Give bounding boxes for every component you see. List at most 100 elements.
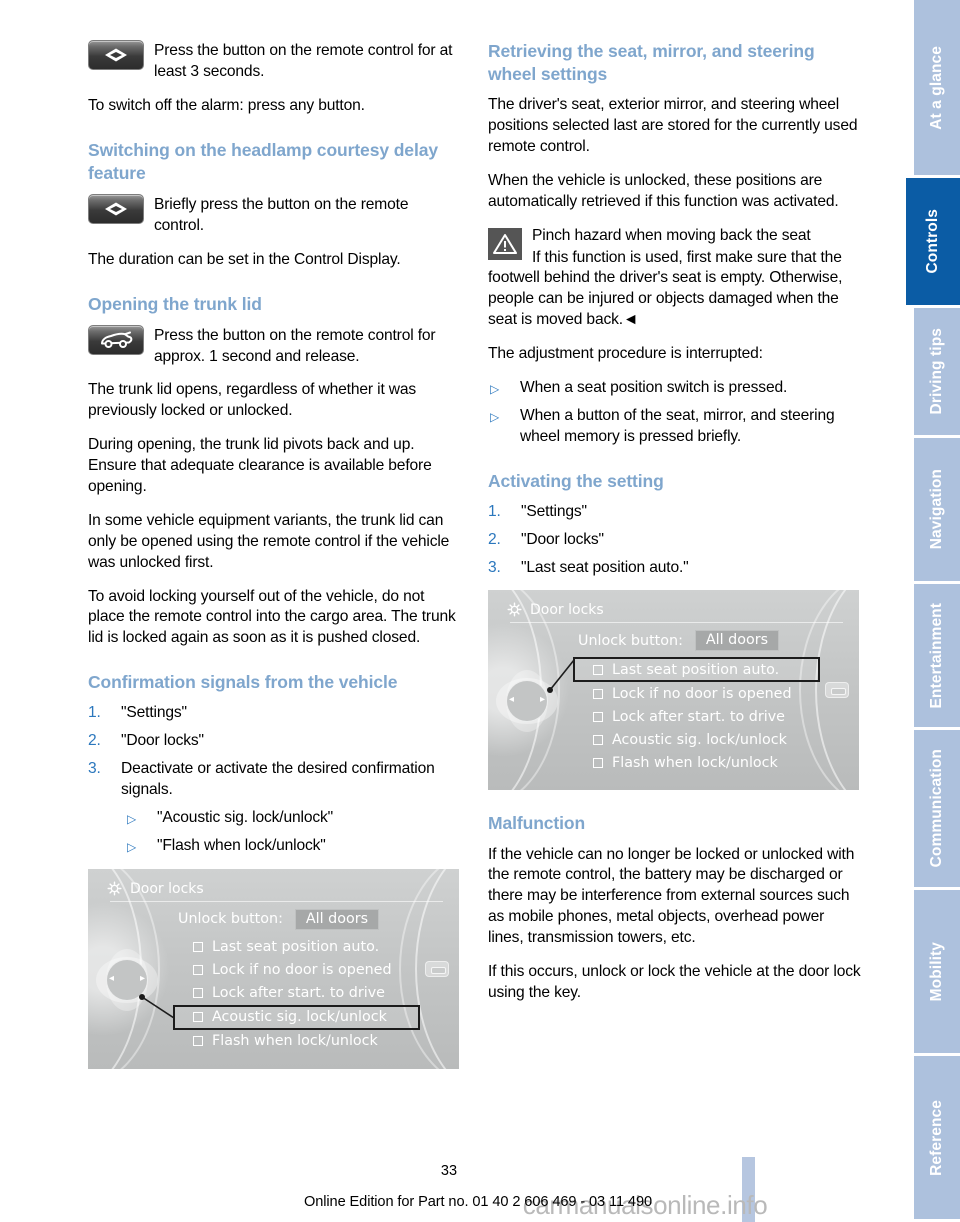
- menu-option-label: Acoustic sig. lock/unlock: [612, 731, 787, 748]
- menu-option-label: Acoustic sig. lock/unlock: [212, 1009, 387, 1026]
- side-button-icon: [425, 960, 449, 977]
- activating-setting-heading: Activating the setting: [488, 470, 664, 491]
- step-number: 1.: [488, 502, 501, 520]
- checkbox-icon[interactable]: [193, 1036, 203, 1047]
- alarm-off-paragraph: To switch off the alarm: press any butto…: [88, 96, 365, 114]
- headlamp-duration-paragraph: The duration can be set in the Control D…: [88, 250, 401, 268]
- menu-option-label: Lock if no door is opened: [612, 685, 792, 702]
- side-button-icon: [825, 682, 849, 699]
- door-locks-menu-bottom: Unlock button: All doors Last seat posit…: [173, 908, 424, 1053]
- malfunction-paragraph-1: If the vehicle can no longer be locked o…: [488, 845, 855, 947]
- trunk-lid-heading: Opening the trunk lid: [88, 293, 262, 314]
- menu-option-lock-after-start[interactable]: Lock after start. to drive: [576, 705, 824, 728]
- menu-option-flash-when-lock[interactable]: Flash when lock/unlock: [576, 751, 824, 774]
- step-number: 1.: [88, 704, 101, 722]
- idrive-door-locks-screenshot-bottom: Door locks ◂ ▸ Unlock button: All doors: [88, 868, 459, 1069]
- warning-title: Pinch hazard when moving back the seat: [532, 226, 811, 244]
- tab-label: Entertainment: [928, 602, 946, 709]
- checkbox-icon[interactable]: [193, 988, 203, 999]
- left-arrow-icon: ◂: [509, 694, 515, 706]
- interrupt-item-text: When a button of the seat, mirror, and s…: [520, 406, 835, 445]
- checkbox-icon[interactable]: [593, 734, 603, 745]
- menu-option-last-seat-position[interactable]: Last seat position auto.: [176, 936, 424, 959]
- activating-steps-list: 1. "Settings" 2. "Door locks" 3. "Last s…: [488, 502, 862, 579]
- right-arrow-icon: ▸: [539, 694, 545, 706]
- menu-option-flash-when-lock[interactable]: Flash when lock/unlock: [176, 1030, 424, 1053]
- unlock-button-row[interactable]: Unlock button: All doors: [176, 908, 424, 930]
- malfunction-paragraph-2: If this occurs, unlock or lock the vehic…: [488, 962, 861, 1001]
- trunk-paragraph-4: To avoid locking yourself out of the veh…: [88, 587, 456, 647]
- page-number-value: 33: [440, 1163, 458, 1179]
- headlamp-courtesy-heading: Switching on the headlamp courtesy delay…: [88, 139, 438, 183]
- step-number: 3.: [488, 558, 501, 576]
- manual-page: Press the button on the remote control f…: [0, 0, 960, 1222]
- menu-option-lock-if-no-door[interactable]: Lock if no door is opened: [176, 959, 424, 982]
- left-text-column: Press the button on the remote control f…: [88, 40, 462, 1085]
- triangle-bullet-icon: ▷: [127, 811, 137, 826]
- checkbox-icon[interactable]: [193, 965, 203, 976]
- step-text: "Settings": [121, 704, 187, 722]
- sidebar-item-at-a-glance[interactable]: At a glance: [914, 0, 960, 178]
- tab-label: Driving tips: [928, 328, 946, 415]
- screen-header: Door locks: [507, 598, 845, 622]
- warning-triangle-icon: [488, 227, 522, 260]
- list-item: 1. "Settings": [488, 502, 862, 523]
- trunk-paragraph-3: In some vehicle equipment variants, the …: [88, 511, 450, 571]
- remote-alarm-diamond-icon: [88, 193, 144, 224]
- chapter-tab-rail: At a glance Controls Driving tips Naviga…: [898, 0, 960, 1222]
- retrieving-settings-heading: Retrieving the seat, mirror, and steerin…: [488, 41, 815, 85]
- menu-option-acoustic-signal[interactable]: Acoustic sig. lock/unlock: [576, 728, 824, 751]
- trunk-paragraph-2: During opening, the trunk lid pivots bac…: [88, 436, 432, 495]
- menu-option-label: Lock after start. to drive: [612, 708, 785, 725]
- headlamp-instruction-text: Briefly press the button on the remote c…: [154, 195, 409, 234]
- checkbox-icon[interactable]: [593, 711, 603, 722]
- menu-option-last-seat-position[interactable]: Last seat position auto.: [573, 657, 820, 683]
- sidebar-item-communication[interactable]: Communication: [914, 730, 960, 890]
- subitem-text: "Flash when lock/unlock": [157, 836, 326, 854]
- gear-icon: [507, 602, 523, 618]
- menu-option-label: Lock if no door is opened: [212, 962, 392, 979]
- list-item: 3. Deactivate or activate the desired co…: [88, 759, 462, 857]
- trunk-paragraph-1: The trunk lid opens, regardless of wheth…: [88, 381, 417, 420]
- page-number: 33: [0, 1163, 960, 1179]
- menu-option-lock-if-no-door[interactable]: Lock if no door is opened: [576, 682, 824, 705]
- sidebar-item-mobility[interactable]: Mobility: [914, 890, 960, 1056]
- header-divider: [510, 622, 843, 624]
- alarm-instruction-row: Press the button on the remote control f…: [88, 40, 462, 83]
- checkbox-icon[interactable]: [593, 757, 603, 768]
- unlock-button-value[interactable]: All doors: [294, 908, 380, 930]
- step-text: Deactivate or activate the desired confi…: [121, 760, 435, 798]
- menu-option-label: Lock after start. to drive: [212, 985, 385, 1002]
- list-item: ▷ When a seat position switch is pressed…: [488, 378, 862, 399]
- step-text: "Last seat position auto.": [521, 558, 689, 576]
- screen-title: Door locks: [530, 602, 604, 619]
- sidebar-item-controls[interactable]: Controls: [906, 178, 960, 308]
- checkbox-icon[interactable]: [593, 664, 603, 675]
- sidebar-item-driving-tips[interactable]: Driving tips: [914, 308, 960, 438]
- malfunction-heading: Malfunction: [488, 813, 586, 834]
- unlock-button-value[interactable]: All doors: [694, 630, 780, 652]
- list-item: 1. "Settings": [88, 703, 462, 724]
- interrupt-conditions-list: ▷ When a seat position switch is pressed…: [488, 378, 862, 448]
- triangle-bullet-icon: ▷: [490, 381, 500, 396]
- menu-option-acoustic-signal[interactable]: Acoustic sig. lock/unlock: [173, 1004, 420, 1030]
- unlock-button-row[interactable]: Unlock button: All doors: [576, 630, 824, 652]
- step-text: "Door locks": [521, 530, 604, 548]
- tab-label: Navigation: [928, 469, 946, 550]
- sidebar-item-navigation[interactable]: Navigation: [914, 438, 960, 584]
- trunk-instruction-row: Press the button on the remote control f…: [88, 324, 462, 368]
- checkbox-icon[interactable]: [593, 688, 603, 699]
- screen-header: Door locks: [107, 877, 445, 901]
- checkbox-icon[interactable]: [193, 1012, 203, 1023]
- idrive-controller-icon: ◂ ▸: [496, 670, 558, 733]
- sidebar-item-entertainment[interactable]: Entertainment: [914, 584, 960, 730]
- checkbox-icon[interactable]: [193, 942, 203, 953]
- confirmation-steps-list: 1. "Settings" 2. "Door locks" 3. Deactiv…: [88, 703, 462, 856]
- screen-title: Door locks: [130, 880, 204, 897]
- menu-option-lock-after-start[interactable]: Lock after start. to drive: [176, 982, 424, 1005]
- footer-edition-text: Online Edition for Part no. 01 40 2 606 …: [304, 1194, 652, 1210]
- interrupt-intro-paragraph: The adjustment procedure is interrupted:: [488, 345, 763, 363]
- confirmation-signals-heading: Confirmation signals from the vehicle: [88, 672, 398, 693]
- menu-option-label: Last seat position auto.: [212, 939, 380, 956]
- triangle-bullet-icon: ▷: [490, 409, 500, 424]
